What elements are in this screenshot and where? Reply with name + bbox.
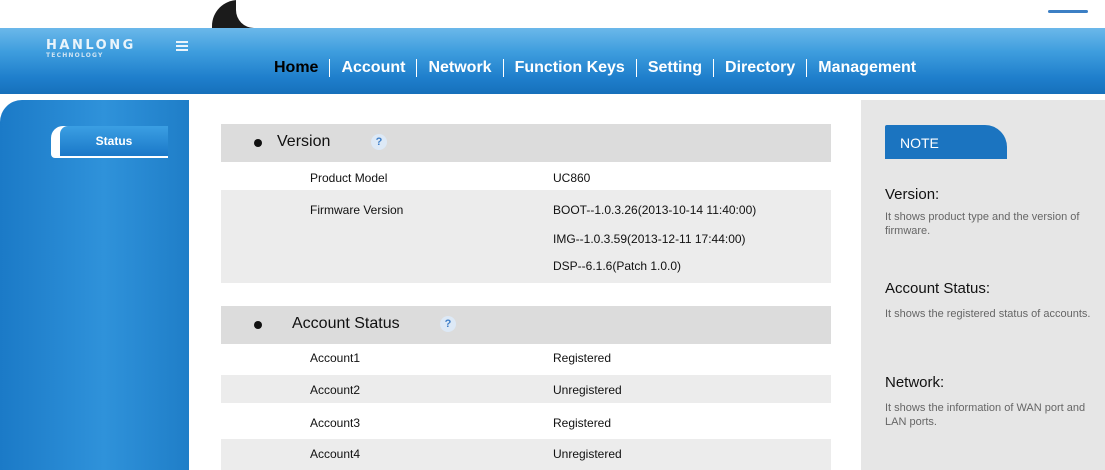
- row-label: Firmware Version: [310, 203, 404, 217]
- account-label: Account3: [310, 416, 361, 430]
- firmware-boot-value: BOOT--1.0.3.26(2013-10-14 11:40:00): [553, 203, 757, 217]
- account-label: Account4: [310, 447, 361, 461]
- table-row: Product Model UC860: [221, 168, 831, 190]
- account-label: Account1: [310, 351, 361, 365]
- help-icon[interactable]: ?: [440, 316, 456, 332]
- note-text: It shows the information of WAN port and…: [885, 402, 1086, 428]
- nav-account[interactable]: Account: [341, 59, 405, 77]
- nav-network[interactable]: Network: [428, 59, 491, 77]
- help-icon[interactable]: ?: [371, 134, 387, 150]
- nav-management[interactable]: Management: [818, 59, 916, 77]
- nav-separator: [635, 59, 637, 77]
- bullet-icon: [254, 321, 262, 329]
- note-heading: Account Status:: [885, 280, 991, 297]
- nav-home[interactable]: Home: [274, 59, 318, 77]
- version-title: Version: [277, 133, 331, 150]
- main-nav: Home Account Network Function Keys Setti…: [274, 57, 916, 79]
- logo-mark-icon: [176, 41, 188, 53]
- nav-directory[interactable]: Directory: [725, 59, 795, 77]
- account-label: Account2: [310, 383, 361, 397]
- firmware-dsp-value: DSP--6.1.6(Patch 1.0.0): [553, 259, 682, 273]
- account-status-section-header: Account Status ?: [221, 306, 831, 344]
- account-status-value: Unregistered: [553, 447, 622, 461]
- header-accent-mark: [1048, 10, 1088, 13]
- nav-function-keys[interactable]: Function Keys: [515, 59, 625, 77]
- table-row: Firmware Version BOOT--1.0.3.26(2013-10-…: [221, 190, 831, 283]
- nav-separator: [502, 59, 504, 77]
- firmware-img-value: IMG--1.0.3.59(2013-12-11 17:44:00): [553, 232, 746, 246]
- note-text: It shows the registered status of accoun…: [885, 308, 1091, 320]
- sidebar-item-status[interactable]: Status: [60, 126, 168, 156]
- note-heading: Network:: [885, 374, 945, 391]
- nav-separator: [329, 59, 331, 77]
- nav-separator: [806, 59, 808, 77]
- nav-separator: [713, 59, 715, 77]
- row-label: Product Model: [310, 171, 388, 185]
- note-text: It shows product type and the version of…: [885, 211, 1080, 237]
- brand-logo: HANLONG: [46, 38, 136, 53]
- version-section-header: Version ?: [221, 124, 831, 162]
- account-status-value: Registered: [553, 416, 612, 430]
- brand-tagline: TECHNOLOGY: [46, 52, 104, 59]
- nav-setting[interactable]: Setting: [648, 59, 702, 77]
- nav-separator: [416, 59, 418, 77]
- account-status-value: Registered: [553, 351, 612, 365]
- row-value: UC860: [553, 171, 591, 185]
- note-tab: NOTE: [885, 125, 1007, 159]
- table-row: Account4 Unregistered: [221, 439, 831, 470]
- table-row: Account2 Unregistered: [221, 375, 831, 403]
- account-status-title: Account Status: [292, 315, 400, 332]
- bullet-icon: [254, 139, 262, 147]
- table-row: Account1 Registered: [221, 346, 831, 370]
- header-curve-inner: [236, 0, 1105, 28]
- table-row: Account3 Registered: [221, 408, 831, 436]
- account-status-value: Unregistered: [553, 383, 622, 397]
- note-heading: Version:: [885, 186, 940, 203]
